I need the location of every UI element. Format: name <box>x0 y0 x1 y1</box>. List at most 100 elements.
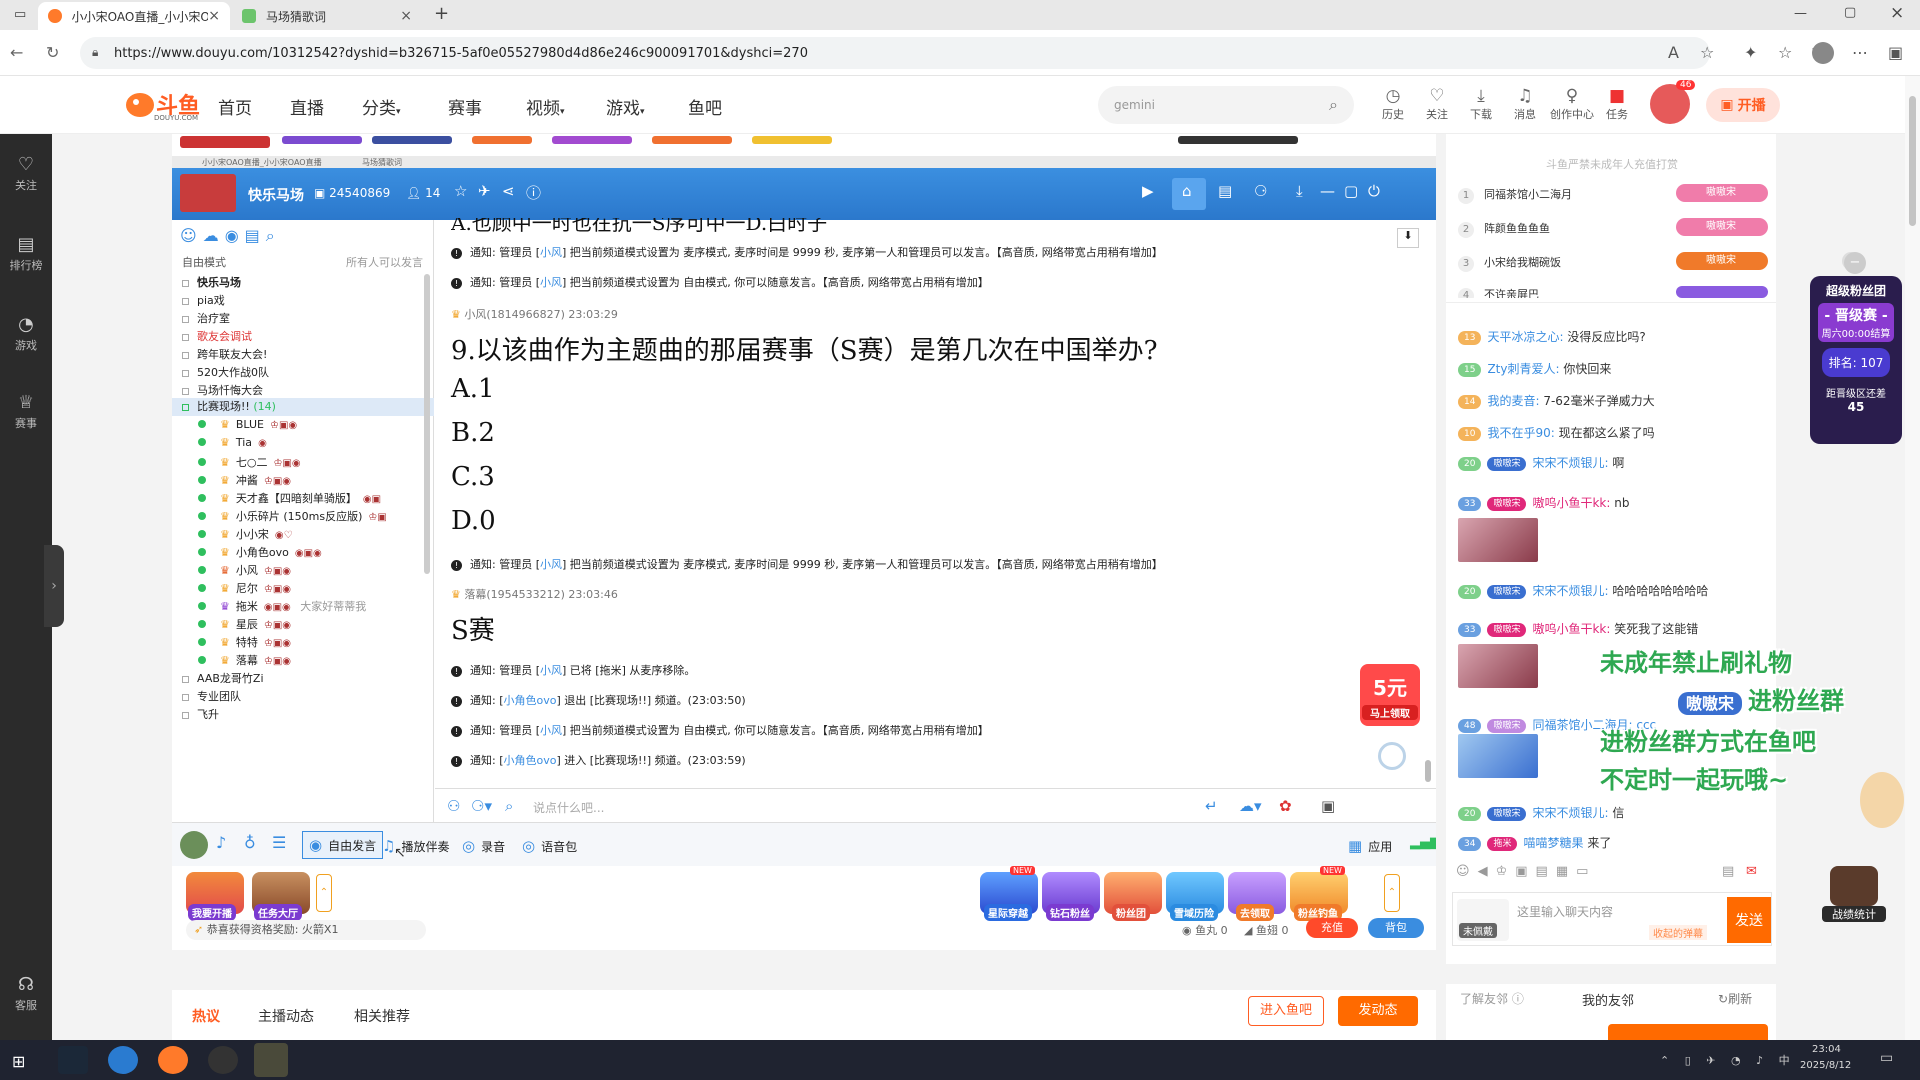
my-friends-tab[interactable]: 我的友邻 <box>1582 990 1634 1009</box>
gift-item[interactable]: 去领取 <box>1228 872 1286 921</box>
battle-stats[interactable]: 战绩统计 <box>1820 866 1888 932</box>
tab-guess-lyrics[interactable]: 马场猜歌词 × <box>232 2 422 30</box>
message-scrollbar[interactable] <box>1425 760 1431 782</box>
start-live-button[interactable]: ▣ 开播 <box>1706 88 1780 122</box>
notice-link[interactable]: 小风 <box>540 664 562 677</box>
group-icon[interactable]: ☁ <box>203 226 225 245</box>
refresh-button[interactable]: ↻刷新 <box>1718 990 1752 1007</box>
channel-item[interactable]: 治疗室 <box>182 310 230 326</box>
my-avatar[interactable] <box>180 831 208 859</box>
share-icon[interactable]: ⋖ <box>502 182 515 200</box>
gift-item[interactable]: 粉丝团 <box>1104 872 1162 921</box>
maximize-icon[interactable]: ▢ <box>1344 182 1358 200</box>
channel-item[interactable]: pia戏 <box>182 292 225 308</box>
voice-pack-button[interactable]: ◎ 语音包 <box>522 837 577 855</box>
member-item[interactable]: ♛ 小角色ovo ◉▣◉ <box>198 544 322 560</box>
creator-center-button[interactable]: ♀ 创作中心 <box>1546 86 1598 122</box>
plane-icon[interactable]: ✈ <box>478 182 491 200</box>
channel-item[interactable]: 520大作战0队 <box>182 364 269 380</box>
mixer-icon[interactable]: ☰ <box>272 833 286 852</box>
sidebar-item-service[interactable]: ☊ 客服 <box>0 974 52 1013</box>
channel-scrollbar[interactable] <box>424 274 430 574</box>
notice-link[interactable]: 小风 <box>540 276 562 289</box>
apps-button[interactable]: ▦ 应用 <box>1348 837 1392 855</box>
board-icon[interactable]: ▤ <box>1218 182 1232 200</box>
recharge-button[interactable]: 充值 <box>1306 918 1358 938</box>
sidebar-item-events[interactable]: ♕ 赛事 <box>0 392 52 431</box>
clock-time[interactable]: 23:04 <box>1812 1044 1841 1055</box>
edge-app-icon[interactable] <box>108 1046 138 1074</box>
notice-link[interactable]: 小角色ovo <box>504 754 557 767</box>
member-item[interactable]: ♛ 小小宋 ◉♡ <box>198 526 293 542</box>
post-feed-button[interactable]: 发动态 <box>1338 996 1418 1026</box>
horn-icon[interactable]: ◀ <box>1478 864 1496 879</box>
power-icon[interactable]: ⏻ <box>1368 182 1380 200</box>
chat-user[interactable]: 喵喵梦糖果 <box>1523 836 1583 850</box>
tab-related[interactable]: 相关推荐 <box>354 1006 410 1026</box>
nav-live[interactable]: 直播 <box>290 94 324 119</box>
fuli-coupon[interactable]: 5元 马上领取 <box>1360 664 1420 726</box>
free-speak-button[interactable]: ◉ 自由发言 <box>302 831 384 859</box>
nav-home[interactable]: 首页 <box>218 94 252 119</box>
tab-streamer-feed[interactable]: 主播动态 <box>258 1006 314 1026</box>
notice-link[interactable]: 小风 <box>540 246 562 259</box>
chat-user[interactable]: 我的麦音: <box>1487 394 1539 408</box>
enter-icon[interactable]: ↵ <box>1205 797 1218 815</box>
chat-user[interactable]: 我不在乎90: <box>1487 426 1554 440</box>
gamepad-icon[interactable]: ⚆ <box>1254 182 1267 200</box>
screen-icon[interactable]: ▶ <box>1142 182 1154 200</box>
channel-item[interactable]: AAB龙哥竹Zi <box>182 670 264 686</box>
sidebar-collapse-handle[interactable]: › <box>44 545 64 627</box>
favorites-icon[interactable]: ☆ <box>1778 43 1792 62</box>
barrage-hint[interactable]: 收起的弹幕 <box>1649 925 1707 940</box>
clock-date[interactable]: 2025/8/12 <box>1800 1060 1851 1071</box>
url-field[interactable]: 🔒︎ https://www.douyu.com/10312542?dyshid… <box>80 37 1710 69</box>
record-app-icon[interactable] <box>208 1046 238 1074</box>
member-item[interactable]: ♛ Tia ◉ <box>198 436 267 449</box>
douyu-app-icon[interactable] <box>158 1046 188 1074</box>
sidebar-item-games[interactable]: ◔ 游戏 <box>0 314 52 353</box>
record-button[interactable]: ◎ 录音 <box>462 837 505 855</box>
close-icon[interactable]: × <box>400 8 412 24</box>
notice-link[interactable]: 小角色ovo <box>504 694 557 707</box>
info-icon[interactable]: ⓘ <box>526 182 541 203</box>
chat-user[interactable]: 天平冰凉之心: <box>1487 330 1563 344</box>
history-button[interactable]: ◷ 历史 <box>1374 86 1412 122</box>
flower-icon[interactable]: ✿ <box>1279 797 1292 815</box>
chat-user[interactable]: 宋宋不烦银儿: <box>1532 806 1608 820</box>
channel-item[interactable]: 飞升 <box>182 706 219 722</box>
task-button[interactable]: ■ 任务 <box>1598 86 1636 122</box>
emoji-icon[interactable]: ⚇ <box>447 797 460 815</box>
extension-icon[interactable]: ✦ <box>1744 43 1757 62</box>
gift-item[interactable]: 钻石粉丝 <box>1042 872 1100 921</box>
chat-text-input[interactable]: 这里输入聊天内容 <box>1517 903 1613 920</box>
member-item[interactable]: ♛ 特特 ♔▣◉ <box>198 634 291 650</box>
channel-item[interactable]: 歌友会调试 <box>182 328 252 344</box>
channel-item[interactable]: 快乐马场 <box>182 274 241 290</box>
member-item[interactable]: ♛ 天才鑫【四暗刻单骑版】 ◉▣ <box>198 490 381 506</box>
chevron-up-icon[interactable]: ⌃ <box>316 874 332 912</box>
scroll-down-icon[interactable]: ⬇ <box>1397 228 1419 248</box>
back-icon[interactable]: ← <box>10 43 23 62</box>
member-item[interactable]: ♛ 尼尔 ♔▣◉ <box>198 580 291 596</box>
minimize-icon[interactable]: — <box>1320 182 1335 200</box>
tab-hot[interactable]: 热议 <box>192 1006 220 1026</box>
enter-fishbar-button[interactable]: 进入鱼吧 <box>1248 996 1324 1026</box>
chat-user[interactable]: 宋宋不烦银儿: <box>1532 584 1608 598</box>
sidebar-toggle-icon[interactable]: ▣ <box>1888 43 1903 62</box>
image-icon[interactable]: ▤ <box>1536 864 1556 879</box>
live-video-player[interactable]: 小小宋OAO直播_小小宋OAO直播 马场猜歌词 快乐马场 ▣ 24540869 … <box>172 134 1436 866</box>
float-ball-icon[interactable] <box>1378 742 1406 770</box>
maximize-icon[interactable]: ▢ <box>1844 5 1856 20</box>
badge-icon[interactable]: ♔ <box>1496 864 1516 879</box>
avatar[interactable]: 46 <box>1650 80 1696 124</box>
user-icon[interactable]: ☺ <box>180 226 203 245</box>
rank-item[interactable]: 1 同福茶馆小二海月 <box>1458 186 1572 204</box>
channel-item[interactable]: 马场忏悔大会 <box>182 382 263 398</box>
chevron-up-icon[interactable]: ⌃ <box>1384 874 1400 912</box>
nav-events[interactable]: 赛事 <box>448 94 482 119</box>
chat-user[interactable]: 嗷呜小鱼干kk: <box>1532 496 1610 510</box>
rank-item[interactable]: 2 阵颜鱼鱼鱼鱼 <box>1458 220 1550 238</box>
nav-category[interactable]: 分类▾ <box>362 94 401 119</box>
minimize-icon[interactable]: — <box>1794 6 1807 21</box>
